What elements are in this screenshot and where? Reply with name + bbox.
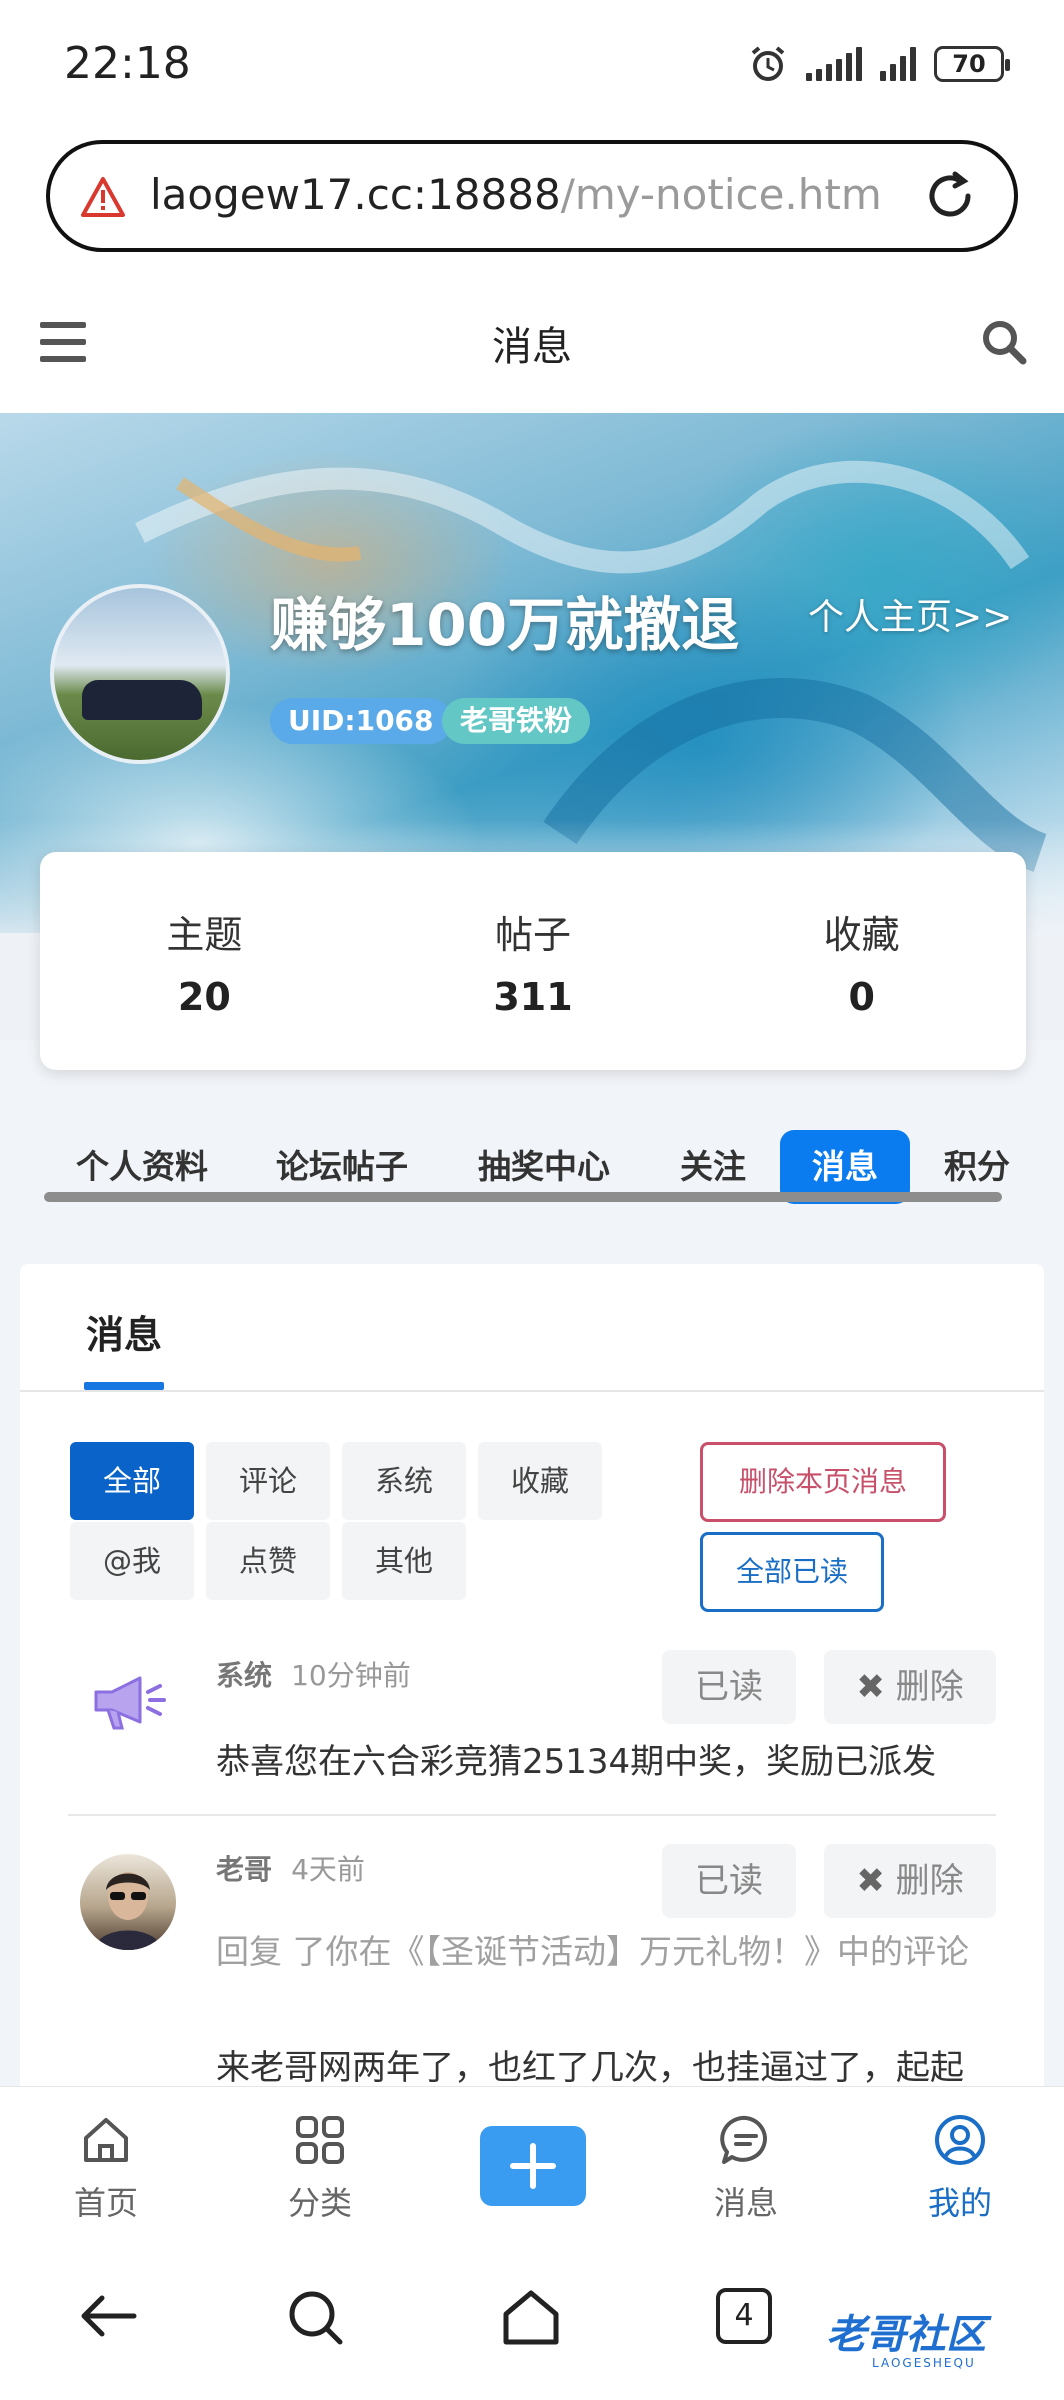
delete-page-messages-button[interactable]: 删除本页消息 xyxy=(700,1442,946,1522)
divider xyxy=(20,1390,1044,1392)
nav-label: 消息 xyxy=(713,2184,778,2222)
home-icon[interactable] xyxy=(500,2288,562,2346)
rank-badge: 老哥铁粉 xyxy=(442,698,591,744)
nav-label: 我的 xyxy=(927,2184,992,2222)
message-meta: 老哥 4天前 xyxy=(216,1848,365,1888)
stat-topics[interactable]: 主题 20 xyxy=(40,852,369,1070)
tabs-scrollbar[interactable] xyxy=(44,1192,1002,1202)
filter-likes[interactable]: 点赞 xyxy=(206,1522,330,1600)
message-content[interactable]: 来老哥网两年了，也红了几次，也挂逼过了，起起 xyxy=(216,2040,964,2089)
user-icon xyxy=(935,2115,985,2165)
message-reply-context[interactable]: 回复 了你在《【圣诞节活动】万元礼物！》中的评论 xyxy=(216,1926,996,1978)
url-text[interactable]: laogew17.cc:18888/my-notice.htm xyxy=(150,170,882,219)
url-host: laogew17.cc:18888 xyxy=(150,170,561,219)
avatar[interactable] xyxy=(80,1854,176,1950)
message-sender: 系统 xyxy=(216,1659,273,1692)
message-separator xyxy=(68,1814,996,1816)
avatar[interactable] xyxy=(50,584,230,764)
status-time: 22:18 xyxy=(64,38,191,89)
close-icon: ✖ xyxy=(856,1861,885,1901)
battery-indicator: 70 xyxy=(934,46,1010,82)
chat-icon xyxy=(720,2115,767,2164)
nav-messages[interactable]: 消息 xyxy=(676,2112,816,2224)
mark-read-button[interactable]: 已读 xyxy=(662,1844,796,1918)
mark-read-button[interactable]: 已读 xyxy=(662,1650,796,1724)
search-icon[interactable] xyxy=(286,2288,346,2348)
nav-label: 分类 xyxy=(287,2184,352,2222)
site-logo-watermark: 老哥社区 xyxy=(826,2312,986,2358)
nav-categories[interactable]: 分类 xyxy=(250,2112,390,2224)
stat-posts[interactable]: 帖子 311 xyxy=(369,852,698,1070)
stat-value: 0 xyxy=(848,975,875,1019)
message-time: 10分钟前 xyxy=(291,1659,411,1692)
filter-system[interactable]: 系统 xyxy=(342,1442,466,1520)
refresh-icon[interactable] xyxy=(922,168,978,224)
filter-mentions[interactable]: @我 xyxy=(70,1522,194,1600)
delete-message-button[interactable]: ✖ 删除 xyxy=(824,1844,996,1918)
back-icon[interactable] xyxy=(76,2288,140,2344)
mark-all-read-button[interactable]: 全部已读 xyxy=(700,1532,884,1612)
warning-icon[interactable] xyxy=(80,176,126,218)
status-icons: 70 xyxy=(748,44,1010,84)
stat-favorites[interactable]: 收藏 0 xyxy=(697,852,1026,1070)
filter-favorites[interactable]: 收藏 xyxy=(478,1442,602,1520)
megaphone-icon xyxy=(94,1676,166,1730)
page-title: 消息 xyxy=(492,324,572,370)
close-icon: ✖ xyxy=(856,1667,885,1707)
alarm-icon xyxy=(751,46,785,81)
message-sender: 老哥 xyxy=(216,1853,273,1886)
uid-badge: UID:1068 xyxy=(270,698,452,744)
search-icon[interactable] xyxy=(980,318,1028,366)
username: 赚够100万就撤退 xyxy=(270,591,740,659)
delete-message-button[interactable]: ✖ 删除 xyxy=(824,1650,996,1724)
filter-other[interactable]: 其他 xyxy=(342,1522,466,1600)
stat-label: 收藏 xyxy=(823,913,900,957)
stats-card: 主题 20 帖子 311 收藏 0 xyxy=(40,852,1026,1070)
grid-icon xyxy=(296,2116,344,2164)
url-path: /my-notice.htm xyxy=(560,170,882,219)
home-icon xyxy=(84,2118,128,2162)
signal-icon xyxy=(880,47,916,81)
filter-comments[interactable]: 评论 xyxy=(206,1442,330,1520)
plus-icon xyxy=(510,2143,556,2189)
nav-me[interactable]: 我的 xyxy=(890,2112,1030,2224)
stat-label: 帖子 xyxy=(495,913,572,957)
panel-title-underline xyxy=(84,1382,164,1390)
new-post-button[interactable] xyxy=(480,2126,586,2206)
delete-label: 删除 xyxy=(895,1667,964,1707)
nav-home[interactable]: 首页 xyxy=(36,2112,176,2224)
nav-label: 首页 xyxy=(73,2184,138,2222)
message-meta: 系统 10分钟前 xyxy=(216,1654,411,1694)
stat-label: 主题 xyxy=(166,913,243,957)
filter-all[interactable]: 全部 xyxy=(70,1442,194,1520)
tabs-count-button[interactable]: 4 xyxy=(716,2288,772,2344)
stat-value: 311 xyxy=(493,975,573,1019)
message-time: 4天前 xyxy=(291,1853,365,1886)
profile-home-link[interactable]: 个人主页>> xyxy=(808,588,1012,640)
stat-value: 20 xyxy=(177,975,231,1019)
delete-label: 删除 xyxy=(895,1861,964,1901)
site-logo-subtext: LAOGESHEQU xyxy=(872,2356,976,2370)
message-content[interactable]: 恭喜您在六合彩竞猜25134期中奖，奖励已派发 xyxy=(216,1734,936,1783)
panel-title: 消息 xyxy=(86,1313,163,1357)
signal-icon xyxy=(806,47,862,81)
